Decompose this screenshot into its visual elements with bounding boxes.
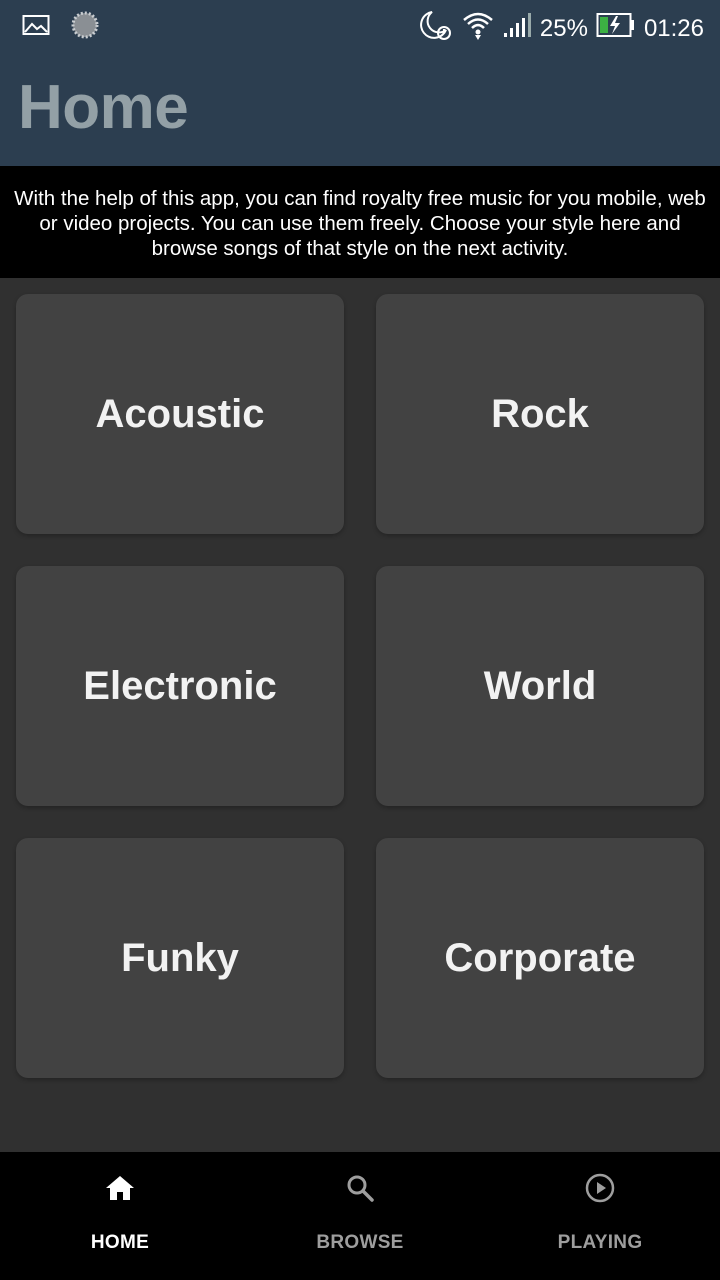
nav-playing-label: PLAYING [557,1232,643,1253]
search-icon [342,1170,378,1206]
genre-card-rock[interactable]: Rock [376,294,704,534]
nav-home-label: HOME [90,1232,150,1253]
intro-text: With the help of this app, you can find … [0,166,720,278]
play-circle-icon [582,1170,618,1206]
genre-card-corporate[interactable]: Corporate [376,838,704,1078]
status-bar: 25% 01:26 [0,0,720,50]
genre-card-world[interactable]: World [376,566,704,806]
page-title: Home [18,73,189,142]
nav-playing[interactable]: PLAYING [480,1152,720,1280]
genre-grid: Acoustic Rock Electronic World Funky Cor… [16,294,704,1078]
genre-label: Electronic [83,663,277,708]
genre-label: World [483,663,597,708]
sync-icon [70,10,100,45]
home-icon [102,1170,138,1206]
nav-browse[interactable]: BROWSE [240,1152,480,1280]
status-bar-right: 25% 01:26 [418,8,704,49]
bottom-navigation: HOME BROWSE PLAYING [0,1152,720,1280]
genre-card-funky[interactable]: Funky [16,838,344,1078]
wifi-icon [462,9,494,48]
app-bar: Home [0,50,720,166]
nav-browse-label: BROWSE [316,1232,404,1253]
genre-card-acoustic[interactable]: Acoustic [16,294,344,534]
battery-charging-icon [596,12,636,45]
image-icon [22,13,50,42]
genre-label: Funky [121,935,239,980]
nav-home[interactable]: HOME [0,1152,240,1280]
battery-percent: 25% [539,14,588,42]
status-bar-left [22,10,100,45]
genre-label: Acoustic [95,391,265,436]
genre-label: Corporate [444,935,636,980]
genre-card-electronic[interactable]: Electronic [16,566,344,806]
clock: 01:26 [643,14,704,42]
genre-label: Rock [491,391,589,436]
signal-icon [502,11,532,46]
moon-alarm-icon [418,8,454,49]
